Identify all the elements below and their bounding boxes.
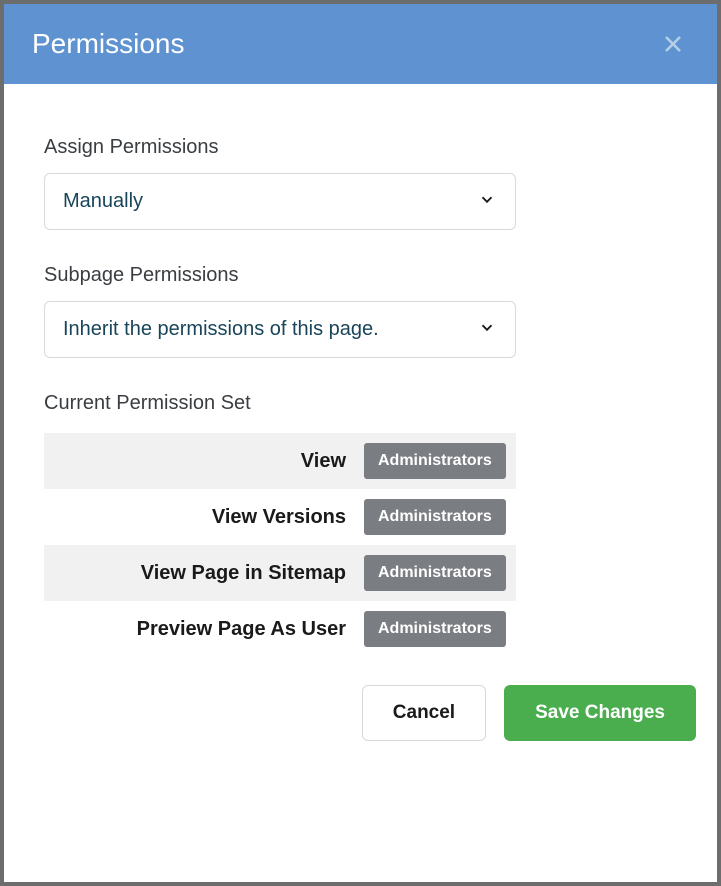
assign-permissions-select-wrapper: Manually — [44, 173, 516, 230]
permission-badge[interactable]: Administrators — [364, 443, 506, 479]
cancel-button[interactable]: Cancel — [362, 685, 486, 741]
permission-badge[interactable]: Administrators — [364, 611, 506, 647]
save-button[interactable]: Save Changes — [504, 685, 696, 741]
subpage-permissions-label: Subpage Permissions — [44, 264, 677, 287]
subpage-permissions-group: Subpage Permissions Inherit the permissi… — [44, 264, 677, 358]
permission-name: Preview Page As User — [44, 618, 364, 641]
assign-permissions-label: Assign Permissions — [44, 136, 677, 159]
permission-row: View Administrators — [44, 433, 516, 489]
permission-badge[interactable]: Administrators — [364, 555, 506, 591]
subpage-permissions-select-wrapper: Inherit the permissions of this page. — [44, 301, 516, 358]
current-permission-set: Current Permission Set View Administrato… — [44, 392, 677, 657]
permission-row: View Page in Sitemap Administrators — [44, 545, 516, 601]
assign-permissions-select[interactable]: Manually — [44, 173, 516, 230]
permission-name: View — [44, 450, 364, 473]
subpage-permissions-select[interactable]: Inherit the permissions of this page. — [44, 301, 516, 358]
permission-list: View Administrators View Versions Admini… — [44, 433, 516, 657]
current-permission-set-label: Current Permission Set — [44, 392, 677, 415]
close-icon — [661, 32, 685, 56]
permission-row: View Versions Administrators — [44, 489, 516, 545]
permission-row: Preview Page As User Administrators — [44, 601, 516, 657]
modal-body: Assign Permissions Manually Subpage Perm… — [4, 84, 717, 882]
button-row: Cancel Save Changes — [44, 685, 696, 741]
modal-title: Permissions — [32, 28, 184, 60]
permission-name: View Page in Sitemap — [44, 562, 364, 585]
permission-badge[interactable]: Administrators — [364, 499, 506, 535]
permissions-modal: Permissions Assign Permissions Manually … — [4, 4, 717, 882]
permission-name: View Versions — [44, 506, 364, 529]
modal-header: Permissions — [4, 4, 717, 84]
assign-permissions-group: Assign Permissions Manually — [44, 136, 677, 230]
close-button[interactable] — [657, 28, 689, 60]
